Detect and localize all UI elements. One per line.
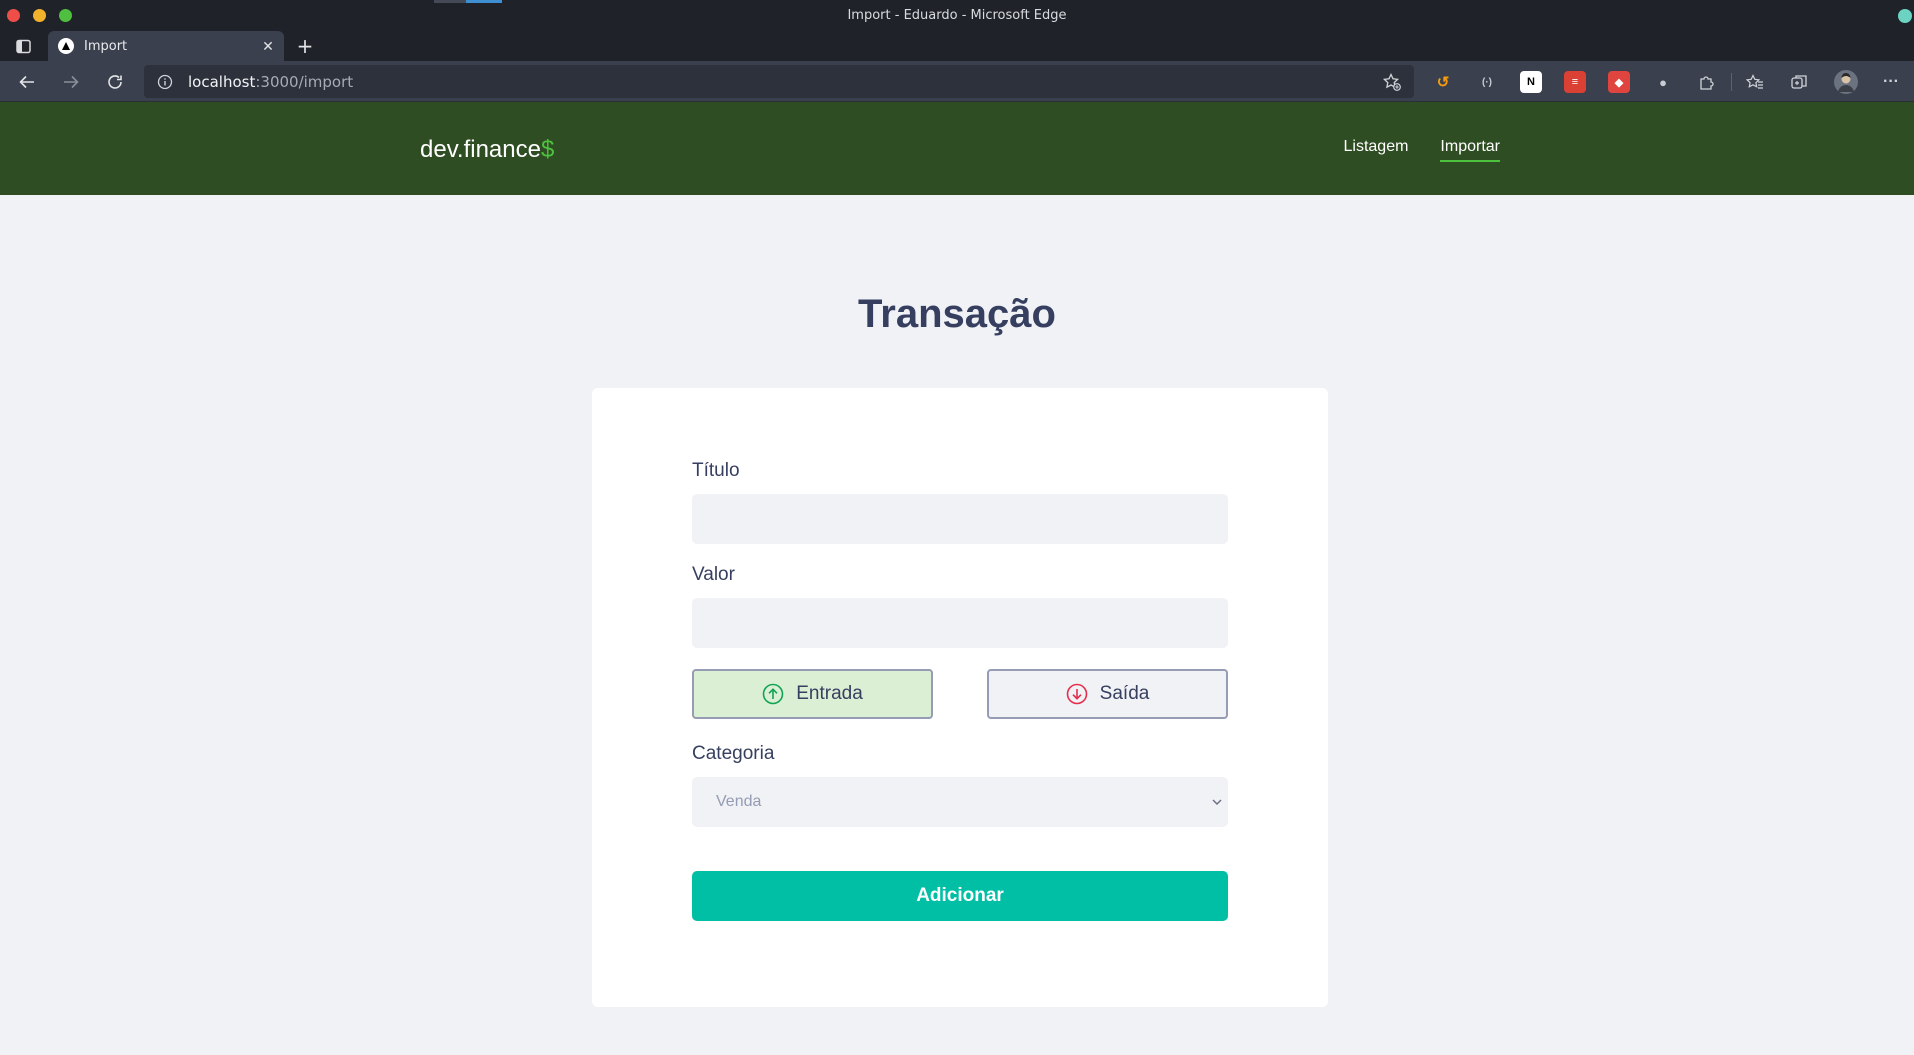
tab-actions-icon: [15, 39, 31, 53]
income-type-button[interactable]: Entrada: [692, 669, 933, 719]
forward-arrow-icon: [64, 75, 79, 89]
notion-icon[interactable]: N: [1520, 71, 1542, 93]
nav-link-importar[interactable]: Importar: [1440, 138, 1500, 162]
tab-label: Import: [84, 38, 128, 54]
value-label: Valor: [692, 564, 735, 585]
title-input[interactable]: [692, 494, 1228, 544]
app-nav: Listagem Importar: [1344, 138, 1500, 162]
transaction-form-card: Título Valor Entrada Saída Categoria Ven…: [592, 388, 1328, 1007]
brand-dollar-symbol: $: [540, 136, 555, 163]
brand-logo[interactable]: dev.finance$: [420, 136, 554, 164]
category-select[interactable]: Venda: [692, 777, 1228, 827]
url-path: :3000/import: [255, 72, 354, 91]
brand-text: dev.finance: [420, 136, 541, 163]
extension-brackets-icon[interactable]: (·): [1476, 71, 1498, 93]
refresh-button[interactable]: [102, 69, 128, 95]
more-menu-icon[interactable]: ···: [1880, 71, 1902, 93]
collections-icon[interactable]: [1788, 71, 1810, 93]
forward-button[interactable]: [58, 69, 84, 95]
browser-toolbar: localhost:3000/import ↺ (·) N ≡ ◆ ● ···: [0, 61, 1914, 102]
extension-red-icon[interactable]: ◆: [1608, 71, 1630, 93]
title-label: Título: [692, 460, 740, 481]
new-tab-button[interactable]: +: [294, 34, 316, 58]
nav-link-listagem[interactable]: Listagem: [1344, 138, 1409, 162]
url-host: localhost: [188, 72, 256, 91]
arrow-up-circle-icon: [762, 683, 784, 705]
workspace-indicator: [434, 0, 502, 3]
add-transaction-button[interactable]: Adicionar: [692, 871, 1228, 921]
url-text: localhost:3000/import: [188, 73, 353, 91]
category-label: Categoria: [692, 743, 775, 764]
toolbar-divider: [1731, 73, 1732, 91]
extension-bird-icon[interactable]: ●: [1652, 71, 1674, 93]
close-tab-icon[interactable]: ✕: [258, 36, 278, 56]
chevron-down-icon: [1212, 799, 1222, 806]
page-title: Transação: [858, 292, 1056, 336]
nextjs-favicon-icon: [58, 38, 74, 54]
site-info-icon[interactable]: [156, 73, 174, 91]
extensions-puzzle-icon[interactable]: [1696, 71, 1718, 93]
arrow-down-circle-icon: [1066, 683, 1088, 705]
profile-avatar[interactable]: [1834, 70, 1858, 94]
tab-actions-button[interactable]: [14, 37, 32, 55]
todoist-icon[interactable]: ≡: [1564, 71, 1586, 93]
favorites-icon[interactable]: [1744, 71, 1766, 93]
transaction-type-selector: Entrada Saída: [692, 669, 1228, 719]
tab-strip: Import ✕ +: [0, 31, 1914, 61]
tab-import[interactable]: Import ✕: [48, 31, 284, 61]
window-titlebar: Import - Eduardo - Microsoft Edge: [0, 0, 1914, 31]
extension-orange-icon[interactable]: ↺: [1432, 71, 1454, 93]
value-input[interactable]: [692, 598, 1228, 648]
status-dot-icon: [1898, 9, 1912, 23]
address-bar[interactable]: localhost:3000/import: [144, 65, 1414, 98]
refresh-icon: [108, 75, 122, 89]
outcome-type-label: Saída: [1099, 683, 1150, 704]
income-type-label: Entrada: [796, 683, 863, 704]
transaction-form: Título Valor Entrada Saída Categoria Ven…: [692, 460, 1228, 921]
back-button[interactable]: [14, 69, 40, 95]
category-select-value: Venda: [692, 777, 1228, 827]
back-arrow-icon: [19, 75, 34, 89]
app-header: dev.finance$ Listagem Importar: [0, 102, 1914, 195]
outcome-type-button[interactable]: Saída: [987, 669, 1228, 719]
add-favorite-icon[interactable]: [1382, 72, 1402, 92]
window-title: Import - Eduardo - Microsoft Edge: [847, 8, 1067, 23]
